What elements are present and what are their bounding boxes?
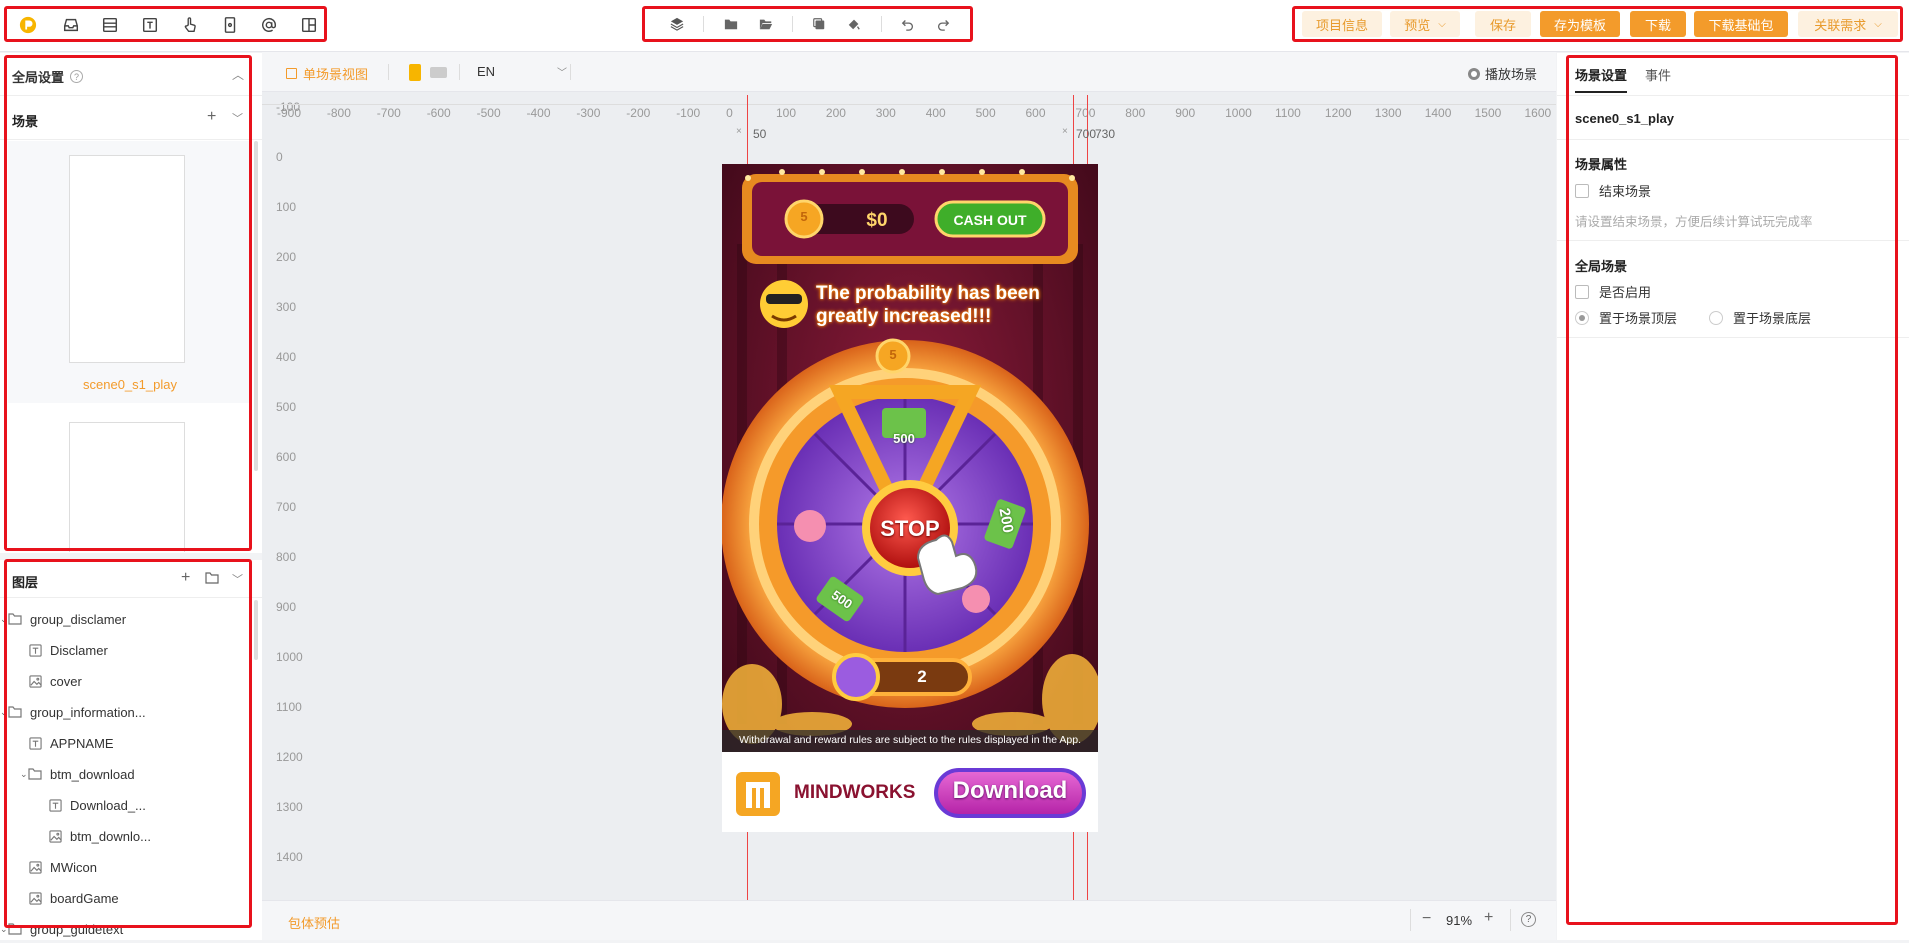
ruler-tick-label: 800 — [1125, 106, 1146, 120]
ruler-tick-label: 100 — [776, 106, 797, 120]
canvas-footer: 包体预估 − 91% + ? — [262, 900, 1556, 940]
disclaimer-text: Withdrawal and reward rules are subject … — [738, 734, 1082, 746]
separator — [388, 64, 389, 80]
single-scene-view-label: 单场景视图 — [303, 67, 369, 82]
ruler-tick-label: 800 — [276, 550, 297, 564]
guide-label: 700 — [1076, 127, 1097, 141]
headline-line1: The probability has been — [816, 283, 1040, 304]
brand-name: MINDWORKS — [794, 782, 916, 803]
zoom-in-button[interactable]: + — [1484, 909, 1493, 927]
chevron-down-icon: ﹀ — [557, 68, 567, 79]
ruler-tick-label: 700 — [1075, 106, 1096, 120]
single-scene-view-button[interactable]: 单场景视图 — [286, 64, 368, 83]
cash-out-button[interactable]: CASH OUT — [936, 212, 1044, 228]
ruler-tick-label: 700 — [276, 500, 297, 514]
separator — [459, 64, 460, 80]
guide-close-icon[interactable]: × — [1062, 126, 1068, 137]
ruler-tick-label: 1100 — [1275, 106, 1301, 120]
guide-label: 50 — [753, 127, 767, 141]
highlight-left-toolbar — [4, 6, 327, 42]
scrollbar[interactable] — [254, 600, 258, 660]
package-estimate-link[interactable]: 包体预估 — [288, 913, 340, 932]
highlight-center-toolbar — [642, 6, 973, 42]
vertical-ruler: -100 0 100 200 300 400 500 600 700 800 900 1000 1100… — [262, 100, 303, 904]
help-icon[interactable]: ? — [1521, 912, 1536, 927]
ruler-tick-label: 500 — [975, 106, 996, 120]
ruler-tick-label: 1600 — [1524, 106, 1552, 120]
ruler-tick-label: -700 — [376, 106, 401, 120]
highlight-scene-panel — [4, 55, 252, 551]
ruler-tick-label: -400 — [526, 106, 551, 120]
landscape-orientation-button[interactable] — [430, 67, 447, 78]
wheel-pointer-value: 5 — [889, 347, 897, 362]
guide-label: 730 — [1095, 127, 1116, 141]
ruler-tick-label: -100 — [276, 100, 301, 114]
separator — [1410, 909, 1411, 931]
ruler-tick-label: 1000 — [276, 650, 303, 664]
ruler-tick-label: 1500 — [1474, 106, 1502, 120]
cash-value: $0 — [866, 210, 888, 231]
ruler-tick-label: 1300 — [276, 800, 303, 814]
headline-line2: greatly increased!!! — [816, 306, 992, 327]
ruler-tick-label: 400 — [925, 106, 946, 120]
play-circle-icon — [1468, 67, 1480, 80]
ruler-tick-label: 1200 — [1324, 106, 1352, 120]
ruler-tick-label: 300 — [276, 300, 297, 314]
play-scene-label: 播放场景 — [1485, 67, 1538, 82]
ruler-tick-label: 400 — [276, 350, 297, 364]
ruler-tick-label: 1200 — [276, 750, 303, 764]
zoom-out-button[interactable]: − — [1422, 910, 1431, 928]
stop-button[interactable]: STOP — [870, 516, 950, 542]
separator — [570, 64, 571, 80]
ruler-tick-label: 300 — [875, 106, 896, 120]
ruler-tick-label: -200 — [626, 106, 651, 120]
ruler-tick-label: 1300 — [1374, 106, 1402, 120]
ruler-tick-label: -800 — [326, 106, 351, 120]
zoom-level: 91% — [1446, 913, 1473, 928]
highlight-layers-panel — [4, 559, 252, 928]
ruler-tick-label: -600 — [426, 106, 451, 120]
ruler-tick-label: 500 — [276, 400, 297, 414]
ruler-tick-label: 0 — [276, 150, 283, 164]
ruler-tick-label: -100 — [676, 106, 701, 120]
play-scene-button[interactable]: 播放场景 — [1468, 64, 1537, 83]
spin-counter: 2 — [917, 667, 927, 686]
ruler-tick-label: 100 — [276, 200, 297, 214]
ruler-tick-label: 600 — [1025, 106, 1046, 120]
language-value: EN — [477, 64, 496, 79]
scene-preview[interactable]: $0 5 CASH OUT The probability has been g… — [722, 164, 1098, 832]
ruler-tick-label: -300 — [576, 106, 601, 120]
ruler-border — [262, 104, 1556, 105]
ruler-tick-label: 1000 — [1225, 106, 1252, 120]
game-artwork — [722, 164, 1098, 832]
ruler-tick-label: 900 — [1175, 106, 1196, 120]
prize-label: 500 — [893, 431, 915, 446]
ruler-tick-label: 1400 — [1424, 106, 1452, 120]
coin-value: 5 — [800, 209, 808, 224]
highlight-properties-panel — [1566, 55, 1898, 925]
ruler-tick-label: 0 — [726, 106, 733, 120]
ruler-tick-label: 900 — [276, 600, 297, 614]
guide-close-icon[interactable]: × — [736, 126, 742, 137]
portrait-orientation-button[interactable] — [409, 64, 421, 81]
horizontal-ruler: -900 -800 -700 -600 -500 -400 -300 -200 -100 0 100… — [262, 104, 1556, 124]
canvas-toolbar: 单场景视图 EN ﹀ 播放场景 — [262, 52, 1556, 92]
headline: The probability has been greatly increas… — [816, 282, 1086, 328]
download-cta-button[interactable]: Download — [936, 777, 1084, 805]
ruler-tick-label: 1400 — [276, 850, 303, 864]
language-select[interactable]: EN ﹀ — [477, 64, 567, 79]
scrollbar[interactable] — [254, 141, 258, 471]
ruler-tick-label: 200 — [276, 250, 297, 264]
ruler-tick-label: 600 — [276, 450, 297, 464]
frame-icon — [286, 68, 297, 79]
ruler-tick-label: 1100 — [276, 700, 302, 714]
ruler-tick-label: 200 — [825, 106, 846, 120]
separator — [1510, 909, 1511, 931]
ruler-tick-label: -500 — [476, 106, 501, 120]
highlight-right-toolbar — [1292, 6, 1903, 42]
